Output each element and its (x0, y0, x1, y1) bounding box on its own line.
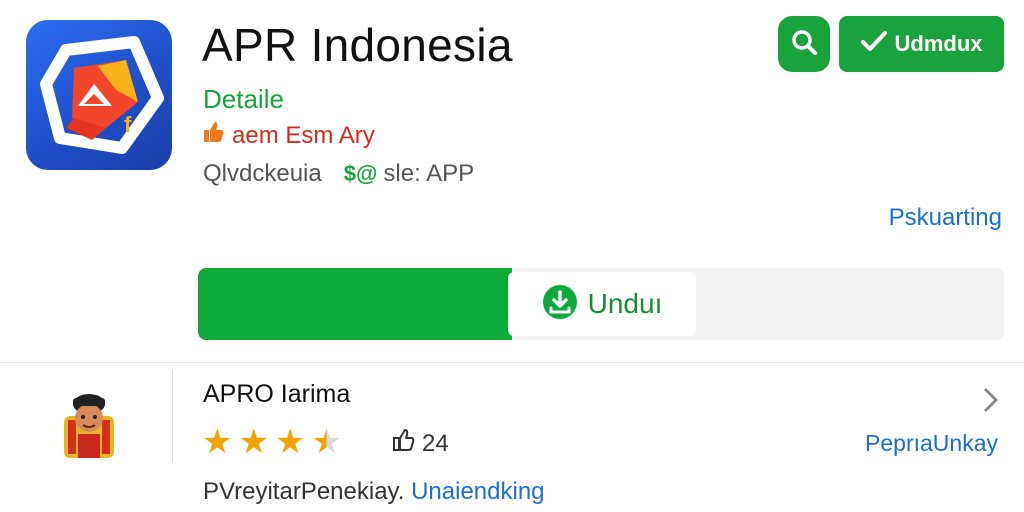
footer-text: PVreyitarPenekiay. (203, 478, 405, 505)
download-icon (542, 284, 578, 325)
star-icon: ★ (238, 423, 269, 461)
app-card: f APR Indonesia Detaile aem Esm Ary Qlvd… (0, 0, 1024, 363)
review-link[interactable]: PeprıaUnkay (865, 430, 998, 457)
install-header-label: Udmdux (894, 31, 983, 56)
size-badge: $@ sle: APP (344, 160, 474, 188)
progress-fill (198, 268, 513, 340)
search-icon (790, 28, 818, 61)
rating-stars: ★ ★ ★ ★ (202, 422, 342, 462)
more-link[interactable]: Pskuarting (889, 204, 1002, 232)
rating-text: aem Esm Ary (232, 121, 375, 149)
size-text: sle: APP (383, 160, 475, 187)
details-link[interactable]: Detaile (203, 84, 284, 115)
developer-name: Qlvdckeuia (203, 160, 322, 187)
download-label: Unduı (587, 288, 663, 319)
like-icon (392, 428, 416, 459)
app-logo-icon[interactable]: f (26, 20, 172, 170)
svg-text:f: f (124, 112, 132, 137)
divider (172, 370, 173, 462)
review-title: APRO Iarima (203, 380, 351, 408)
app-title: APR Indonesia (202, 19, 513, 71)
likes-value: 24 (422, 429, 449, 457)
size-badge-icon: $@ (343, 161, 378, 186)
footer-line: PVreyitarPenekiay. Unaiendking (203, 478, 545, 506)
star-half-icon: ★ (311, 423, 342, 461)
star-icon: ★ (274, 423, 306, 461)
check-icon (860, 30, 887, 58)
rating-line: aem Esm Ary (202, 120, 375, 151)
download-progress-bar[interactable]: Unduı (198, 268, 1004, 340)
thumb-icon (202, 120, 224, 151)
likes-count[interactable]: 24 (392, 428, 449, 459)
footer-link[interactable]: Unaiendking (411, 478, 544, 505)
search-button[interactable] (778, 16, 830, 72)
download-button[interactable]: Unduı (508, 272, 696, 336)
install-header-button[interactable]: Udmdux (839, 16, 1004, 72)
chevron-right-icon[interactable] (982, 386, 1000, 418)
reviewer-avatar[interactable] (58, 386, 120, 462)
meta-line: Qlvdckeuia $@ sle: APP (203, 160, 474, 188)
star-icon: ★ (202, 423, 233, 461)
